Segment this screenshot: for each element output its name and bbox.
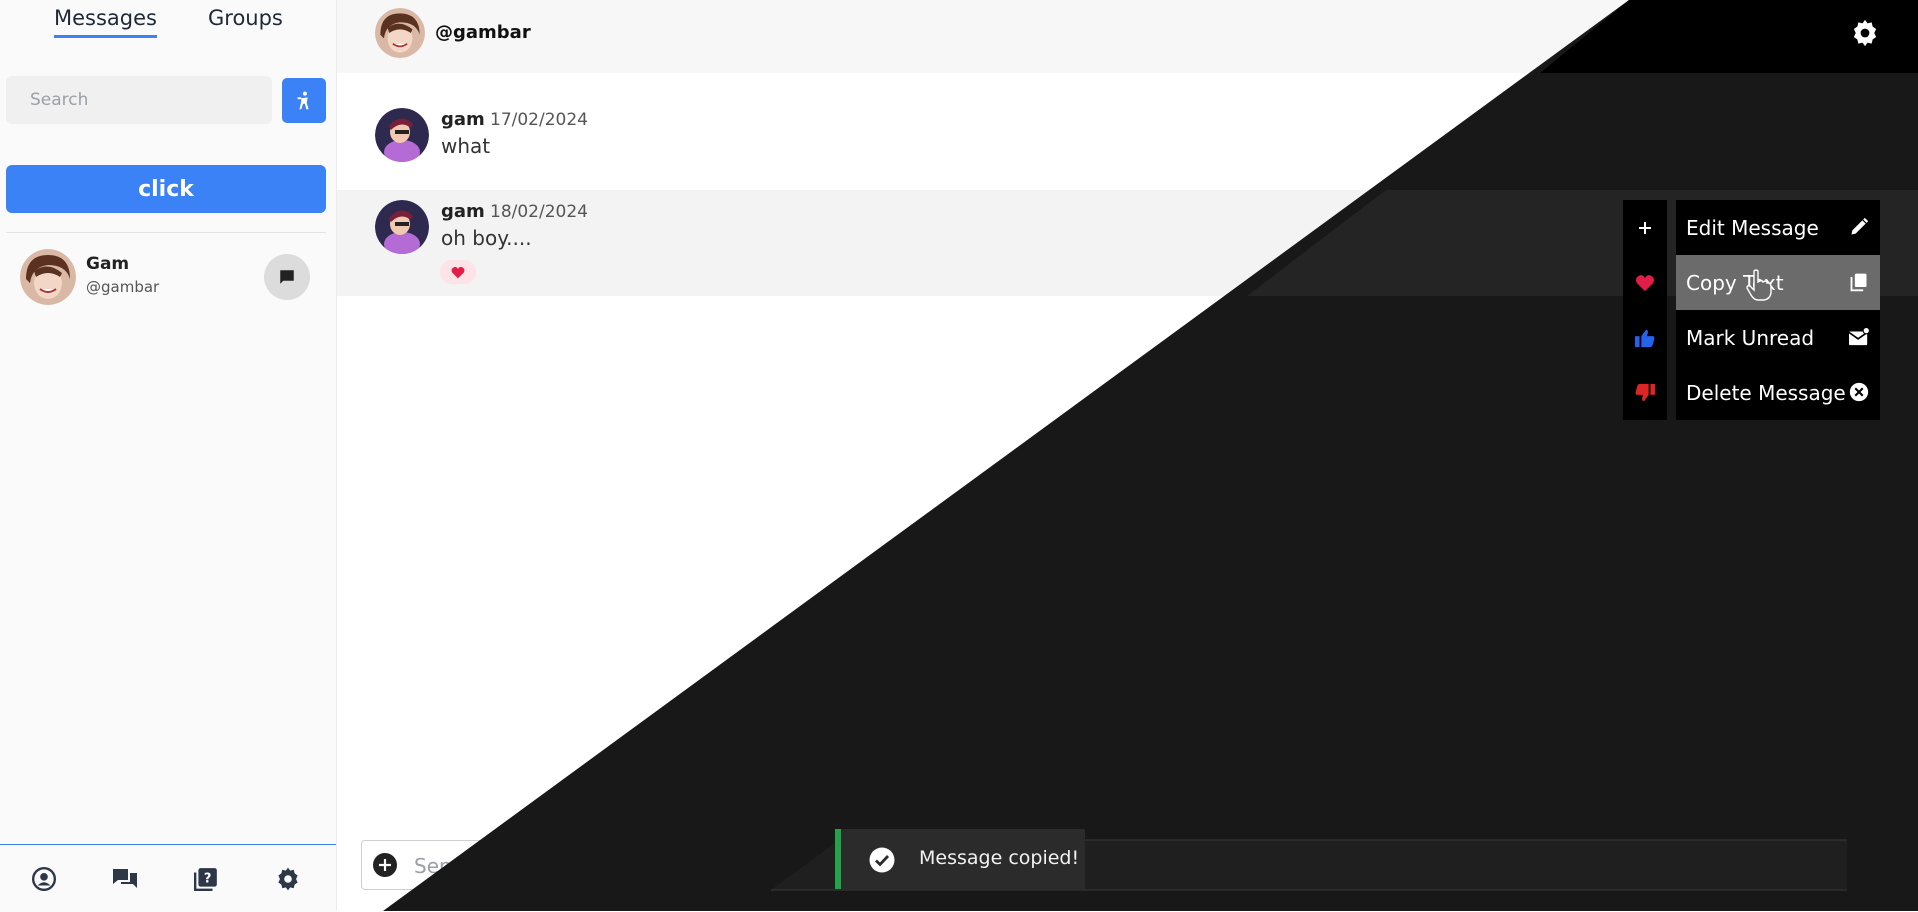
react-thumbs-down-button[interactable]: [1623, 365, 1667, 420]
heart-icon: [451, 266, 465, 278]
help-book-icon: ?: [193, 868, 217, 892]
contact-handle: @gambar: [86, 278, 160, 296]
message-author: gam: [441, 201, 485, 222]
tab-messages[interactable]: Messages: [54, 6, 157, 38]
settings-gear-icon: [278, 867, 298, 891]
check-circle-icon: [869, 847, 895, 873]
message-avatar: [375, 200, 429, 254]
message-author: gam: [441, 109, 485, 130]
chat-bubble-icon: [280, 270, 294, 284]
thumbs-down-icon: [1635, 383, 1655, 401]
message-input[interactable]: [412, 841, 1816, 891]
bottom-nav: ?: [0, 844, 336, 912]
react-thumbs-up-button[interactable]: [1623, 310, 1667, 365]
attach-plus-icon[interactable]: [372, 852, 398, 878]
contact-avatar: [20, 249, 76, 305]
toast-message: Message copied!: [919, 847, 1080, 869]
menu-item-copy-text[interactable]: Copy Text: [1676, 255, 1880, 310]
message-date: 17/02/2024: [490, 110, 588, 130]
tab-groups[interactable]: Groups: [208, 6, 283, 35]
hand-cursor-icon: [1746, 269, 1772, 301]
toast-notification: Message copied!: [835, 829, 1085, 889]
message-text: oh boy....: [441, 226, 532, 250]
message-text: what: [441, 134, 491, 158]
conversations-icon: [113, 869, 137, 888]
sidebar: Messages Groups click Gam @gambar: [0, 0, 337, 912]
add-reaction-button[interactable]: [1623, 200, 1667, 255]
menu-item-edit-message[interactable]: Edit Message: [1676, 200, 1880, 255]
reaction-strip: [1623, 200, 1667, 420]
sidebar-divider: [6, 232, 326, 233]
nav-conversations[interactable]: [111, 865, 139, 893]
message-item[interactable]: gam 17/02/2024 what: [337, 88, 1918, 190]
open-chat-button[interactable]: [264, 254, 310, 300]
nav-help[interactable]: ?: [192, 865, 220, 893]
send-icon: [1860, 856, 1880, 874]
search-input[interactable]: [6, 76, 272, 124]
click-button[interactable]: click: [6, 165, 326, 213]
chat-header: @gambar: [337, 0, 1918, 73]
mark-unread-icon: [1848, 326, 1870, 348]
delete-circle-icon: [1848, 381, 1870, 403]
accessibility-icon: [297, 91, 309, 109]
contact-name: Gam: [86, 254, 130, 274]
plus-icon: [1639, 221, 1651, 234]
header-avatar: [375, 8, 425, 58]
send-button[interactable]: [1846, 840, 1894, 890]
heart-icon: [1636, 274, 1654, 291]
copy-icon: [1848, 271, 1870, 293]
message-context-menu: Edit Message Copy Text Mark Unread Delet…: [1676, 200, 1880, 420]
menu-item-label: Mark Unread: [1686, 325, 1815, 350]
contact-item[interactable]: Gam @gambar: [0, 244, 336, 310]
message-composer: [361, 840, 1847, 891]
sidebar-tabs: Messages Groups: [0, 0, 336, 44]
chat-panel: @gambar gam 17/02/2024 what gam 18/02/20…: [337, 0, 1918, 911]
nav-profile[interactable]: [30, 865, 58, 893]
svg-text:?: ?: [204, 871, 212, 886]
menu-item-delete-message[interactable]: Delete Message: [1676, 365, 1880, 420]
menu-item-label: Delete Message: [1686, 380, 1846, 405]
reaction-heart[interactable]: [440, 260, 476, 284]
profile-icon: [31, 866, 57, 892]
chat-header-handle: @gambar: [435, 22, 531, 43]
chat-settings-icon[interactable]: [1850, 18, 1880, 48]
menu-item-mark-unread[interactable]: Mark Unread: [1676, 310, 1880, 365]
pencil-icon: [1848, 216, 1870, 238]
thumbs-up-icon: [1635, 329, 1655, 347]
message-avatar: [375, 108, 429, 162]
react-heart-button[interactable]: [1623, 255, 1667, 310]
accessibility-button[interactable]: [282, 78, 326, 123]
message-date: 18/02/2024: [490, 202, 588, 222]
nav-settings[interactable]: [274, 865, 302, 893]
menu-item-label: Edit Message: [1686, 215, 1819, 240]
